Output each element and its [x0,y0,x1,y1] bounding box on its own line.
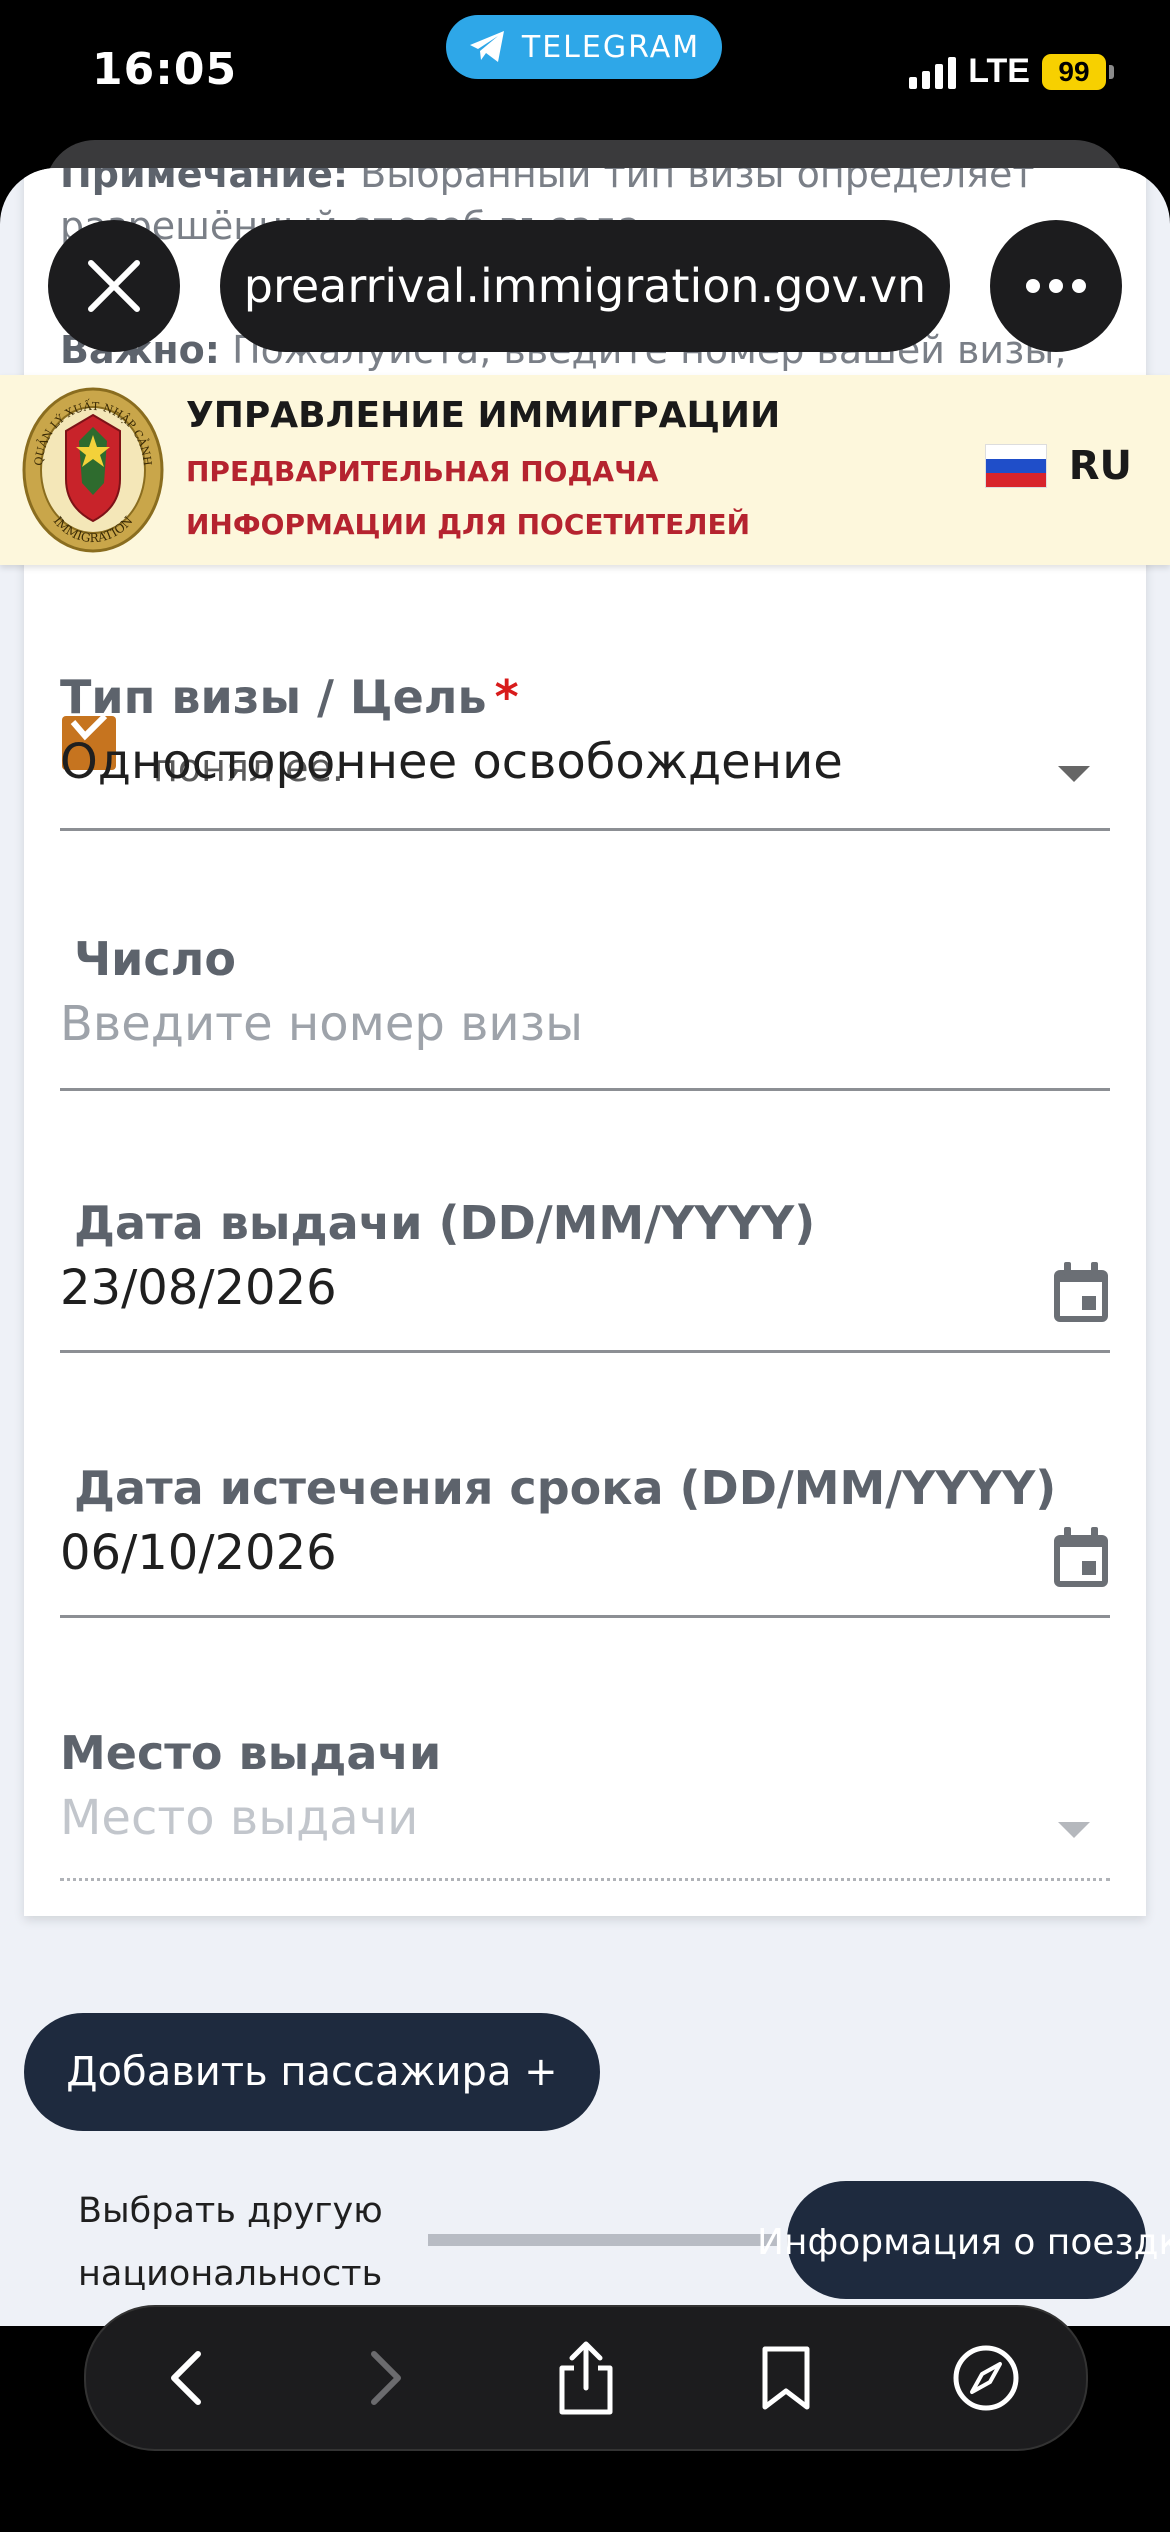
chevron-left-icon [171,2351,201,2405]
field-underline [60,1615,1110,1618]
compass-icon [953,2345,1019,2411]
visa-number-field[interactable]: Число Введите номер визы [60,932,1110,1091]
organization-title: УПРАВЛЕНИЕ ИММИГРАЦИИ [186,395,781,436]
network-type: LTE [968,52,1030,90]
visa-number-input[interactable]: Введите номер визы [60,996,1110,1052]
language-switcher[interactable]: RU [984,443,1132,489]
chevron-right-icon [371,2351,401,2405]
back-button[interactable] [141,2333,231,2423]
calendar-icon[interactable] [1052,1527,1110,1589]
close-icon [88,260,140,312]
visa-number-label: Число [74,932,236,986]
calendar-icon[interactable] [1052,1262,1110,1324]
field-underline [60,1350,1110,1353]
status-time: 16:05 [92,44,238,95]
place-of-issue-field[interactable]: Место выдачи Место выдачи [60,1726,1110,1881]
close-browser-button[interactable] [48,220,180,352]
screen: 16:05 TELEGRAM LTE 99 Примечание: Выбран… [0,0,1170,2532]
required-mark: * [494,670,519,724]
chevron-down-icon [1058,766,1090,782]
progress-track [428,2234,778,2246]
issue-date-field[interactable]: Дата выдачи (DD/MM/YYYY) 23/08/2026 [60,1196,1110,1353]
visa-type-label: Тип визы / Цель * [60,670,519,724]
signal-icon [909,55,957,89]
bookmarks-button[interactable] [741,2333,831,2423]
chevron-down-icon [1058,1822,1090,1838]
russia-flag-icon [984,444,1047,488]
expiry-date-label: Дата истечения срока (DD/MM/YYYY) [74,1461,1057,1515]
language-code: RU [1068,443,1132,489]
issue-date-input[interactable]: 23/08/2026 [60,1260,1110,1316]
url-bar[interactable]: prearrival.immigration.gov.vn [220,220,950,352]
share-icon [559,2341,613,2415]
immigration-emblem: QUẢN LÝ XUẤT NHẬP CẢNH IMMIGRATION [22,387,164,553]
field-underline [60,1088,1110,1091]
visa-type-select[interactable]: Одностороннее освобождение [60,734,1110,790]
place-of-issue-label: Место выдачи [60,1726,442,1780]
more-options-button[interactable] [990,220,1122,352]
trip-info-label: Информация о поездке [757,2222,1170,2263]
battery-icon: 99 [1042,53,1114,90]
note-text: Примечание: Выбранный тип визы определяе… [60,168,1035,196]
visa-type-field[interactable]: Тип визы / Цель * Одностороннее освобожде… [60,670,1110,831]
battery-level: 99 [1042,53,1106,90]
bookmark-icon [762,2346,810,2410]
status-indicators: LTE 99 [909,52,1114,91]
share-button[interactable] [541,2333,631,2423]
field-underline [60,828,1110,831]
issue-date-label: Дата выдачи (DD/MM/YYYY) [74,1196,816,1250]
site-header: QUẢN LÝ XUẤT NHẬP CẢNH IMMIGRATION УПРАВ… [0,375,1170,565]
field-underline [60,1878,1110,1881]
telegram-icon [469,31,504,62]
place-of-issue-select[interactable]: Место выдачи [60,1790,1110,1846]
compass-button[interactable] [941,2333,1031,2423]
add-passenger-button[interactable]: Добавить пассажира + [24,2013,600,2131]
expiry-date-field[interactable]: Дата истечения срока (DD/MM/YYYY) 06/10/… [60,1461,1110,1618]
telegram-label: TELEGRAM [521,29,701,65]
browser-toolbar [84,2305,1088,2451]
telegram-return-pill[interactable]: TELEGRAM [446,15,722,79]
organization-subtitle: ПРЕДВАРИТЕЛЬНАЯ ПОДАЧА ИНФОРМАЦИИ ДЛЯ ПО… [186,455,751,541]
expiry-date-input[interactable]: 06/10/2026 [60,1525,1110,1581]
more-icon [1026,279,1086,293]
forward-button[interactable] [341,2333,431,2423]
